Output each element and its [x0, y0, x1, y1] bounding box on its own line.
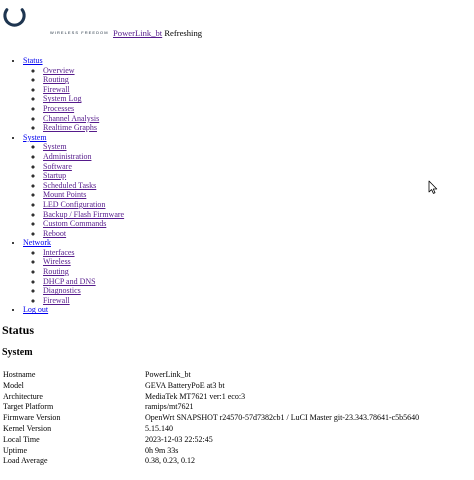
menu-group-system: System System Administration Software St… [23, 133, 474, 239]
menu-system-custom-commands[interactable]: Custom Commands [43, 219, 106, 228]
menu-status[interactable]: Status [23, 56, 43, 65]
menu-system-backup-flash[interactable]: Backup / Flash Firmware [43, 210, 124, 219]
submenu-item: Mount Points [43, 190, 474, 200]
submenu-item: Wireless [43, 257, 474, 267]
table-row: Local Time 2023-12-03 22:52:45 [3, 435, 419, 446]
table-row: Uptime 0h 9m 33s [3, 446, 419, 457]
menu-status-overview[interactable]: Overview [43, 66, 75, 75]
submenu-item: Processes [43, 104, 474, 114]
page-title: Status [2, 323, 35, 337]
info-value: PowerLink_bt [145, 370, 191, 379]
menu-system-mount-points[interactable]: Mount Points [43, 190, 86, 199]
submenu-item: System [43, 142, 474, 152]
hostname-bar: PowerLink_bt Refreshing [113, 28, 203, 39]
submenu-item: System Log [43, 94, 474, 104]
submenu-item: DHCP and DNS [43, 277, 474, 287]
info-key: Target Platform [3, 402, 54, 412]
header: WIRELESS FREEDOM PowerLink_bt Refreshing [0, 0, 474, 44]
info-key: Firmware Version [3, 413, 61, 423]
table-row: Kernel Version 5.15.140 [3, 424, 419, 435]
submenu-item: Custom Commands [43, 219, 474, 229]
submenu-system: System Administration Software Startup S… [23, 142, 474, 238]
submenu-item: Startup [43, 171, 474, 181]
menu-status-routing[interactable]: Routing [43, 75, 69, 84]
menu-logout[interactable]: Log out [23, 305, 48, 314]
info-value: ramips/mt7621 [145, 402, 194, 412]
submenu-item: Firewall [43, 85, 474, 95]
submenu-item: LED Configuration [43, 200, 474, 210]
submenu-item: Routing [43, 267, 474, 277]
menu-status-channel-analysis[interactable]: Channel Analysis [43, 114, 99, 123]
info-value: MediaTek MT7621 ver:1 eco:3 [145, 391, 246, 401]
menu-system-led-configuration[interactable]: LED Configuration [43, 200, 105, 209]
submenu-item: Scheduled Tasks [43, 181, 474, 191]
table-row: Target Platform ramips/mt7621 [3, 402, 419, 413]
table-row: Firmware Version OpenWrt SNAPSHOT r24570-… [3, 413, 419, 424]
menu-system-scheduled-tasks[interactable]: Scheduled Tasks [43, 181, 96, 190]
menu-status-processes[interactable]: Processes [43, 104, 74, 113]
submenu-item: Software [43, 162, 474, 172]
menu-network-wireless[interactable]: Wireless [43, 257, 71, 266]
section-title: System [2, 347, 33, 358]
brand-tagline: WIRELESS FREEDOM [50, 30, 109, 35]
system-info-table: Hostname PowerLink_bt Model GEVA BatteryPo… [3, 370, 419, 467]
info-value: 5.15.140 [145, 423, 173, 433]
info-key: Kernel Version [3, 423, 52, 433]
info-key: Architecture [3, 391, 43, 401]
submenu-item: Firewall [43, 296, 474, 306]
table-row: Model GEVA BatteryPoE at3 bt [3, 381, 419, 392]
info-key: Local Time [3, 434, 40, 444]
menu-system-startup[interactable]: Startup [43, 171, 66, 180]
hostname-link[interactable]: PowerLink_bt [113, 28, 162, 38]
info-key: Hostname [3, 370, 36, 379]
submenu-item: Realtime Graphs [43, 123, 474, 133]
info-value: GEVA BatteryPoE at3 bt [145, 380, 225, 390]
info-key: Load Average [3, 456, 48, 466]
table-row: Architecture MediaTek MT7621 ver:1 eco:3 [3, 392, 419, 403]
main-menu: Status Overview Routing Firewall System … [0, 56, 474, 315]
menu-status-system-log[interactable]: System Log [43, 94, 81, 103]
submenu-network: Interfaces Wireless Routing DHCP and DNS… [23, 248, 474, 306]
submenu-item: Overview [43, 66, 474, 76]
menu-group-network: Network Interfaces Wireless Routing DHCP… [23, 238, 474, 305]
submenu-item: Reboot [43, 229, 474, 239]
table-row: Hostname PowerLink_bt [3, 370, 419, 381]
menu-group-status: Status Overview Routing Firewall System … [23, 56, 474, 133]
menu-network-firewall[interactable]: Firewall [43, 296, 70, 305]
table-row: Load Average 0.38, 0.23, 0.12 [3, 456, 419, 467]
menu-system[interactable]: System [23, 133, 47, 142]
menu-system-software[interactable]: Software [43, 162, 72, 171]
refresh-status: Refreshing [164, 28, 203, 38]
info-value: OpenWrt SNAPSHOT r24570-57d7382cb1 / LuC… [145, 413, 420, 423]
menu-network[interactable]: Network [23, 238, 51, 247]
info-key: Uptime [3, 445, 27, 455]
menu-system-reboot[interactable]: Reboot [43, 229, 66, 238]
menu-network-diagnostics[interactable]: Diagnostics [43, 286, 81, 295]
menu-network-dhcp-dns[interactable]: DHCP and DNS [43, 277, 96, 286]
submenu-status: Overview Routing Firewall System Log Pro… [23, 66, 474, 133]
menu-status-firewall[interactable]: Firewall [43, 85, 70, 94]
menu-status-realtime-graphs[interactable]: Realtime Graphs [43, 123, 97, 132]
menu-group-logout: Log out [23, 305, 474, 315]
mouse-pointer-icon [428, 180, 438, 194]
info-value: 0h 9m 33s [145, 445, 179, 455]
submenu-item: Diagnostics [43, 286, 474, 296]
submenu-item: Routing [43, 75, 474, 85]
menu-system-system[interactable]: System [43, 142, 67, 151]
submenu-item: Interfaces [43, 248, 474, 258]
info-value: 2023-12-03 22:52:45 [145, 434, 213, 444]
submenu-item: Administration [43, 152, 474, 162]
menu-list: Status Overview Routing Firewall System … [0, 56, 474, 315]
menu-network-interfaces[interactable]: Interfaces [43, 248, 75, 257]
menu-network-routing[interactable]: Routing [43, 267, 69, 276]
menu-system-administration[interactable]: Administration [43, 152, 91, 161]
logo-ring-icon [3, 8, 26, 27]
submenu-item: Backup / Flash Firmware [43, 210, 474, 220]
info-value: 0.38, 0.23, 0.12 [145, 456, 195, 466]
info-key: Model [3, 380, 24, 390]
submenu-item: Channel Analysis [43, 114, 474, 124]
